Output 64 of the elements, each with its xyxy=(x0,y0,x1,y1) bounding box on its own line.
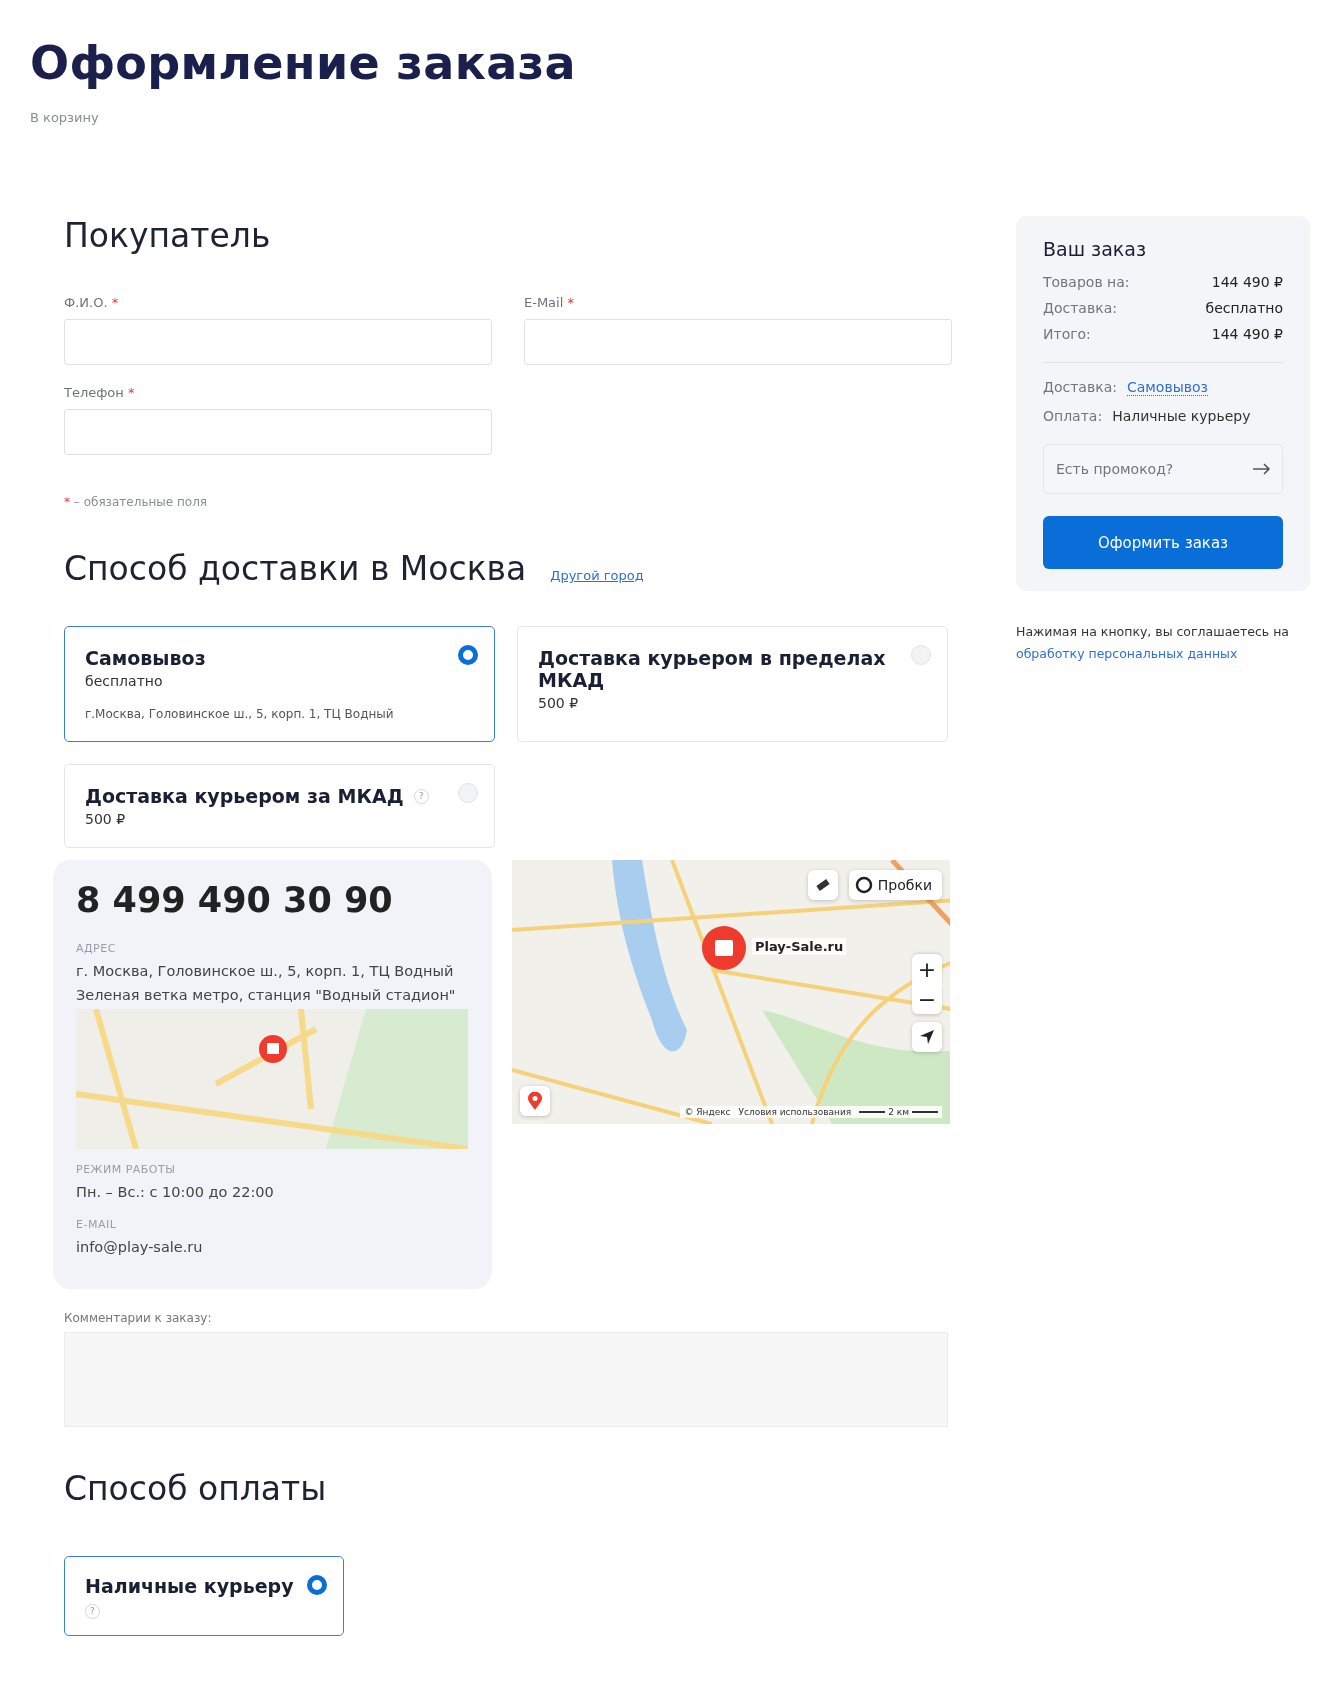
option-title: Доставка курьером за МКАД xyxy=(85,785,404,807)
location-button[interactable] xyxy=(912,1022,942,1052)
field-label: Ф.И.О. * xyxy=(64,295,120,310)
summary-value: 144 490 ₽ xyxy=(1211,274,1283,290)
input-field[interactable] xyxy=(64,319,492,365)
required-note: * – обязательные поля xyxy=(64,495,209,509)
option-price: 500 ₽ xyxy=(85,811,127,827)
terms-link[interactable]: Условия использования xyxy=(738,1107,852,1117)
metro-text: Зеленая ветка метро, станция "Водный стадион" xyxy=(76,986,457,1005)
zoom-out-button[interactable]: − xyxy=(912,984,942,1014)
summary-value: 144 490 ₽ xyxy=(1211,326,1283,342)
address-text: г. Москва, Головинское ш., 5, корп. 1, ТЦ Водный xyxy=(76,962,455,981)
hours-text: Пн. – Вс.: с 10:00 до 22:00 xyxy=(76,1183,275,1202)
summary-label: Доставка: xyxy=(1043,379,1117,396)
map-pin-icon xyxy=(702,926,746,970)
radio-button[interactable] xyxy=(458,645,478,665)
field-label: Комментарии к заказу: xyxy=(64,1311,213,1325)
option-title: Доставка курьером в пределах МКАД xyxy=(538,647,887,691)
option-title: Самовывоз xyxy=(85,647,206,669)
zoom-in-button[interactable]: + xyxy=(912,954,942,984)
section-heading: Способ оплаты xyxy=(64,1469,328,1508)
map-pin-button[interactable] xyxy=(520,1086,550,1116)
radio-button[interactable] xyxy=(307,1575,327,1595)
option-address: г.Москва, Головинское ш., 5, корп. 1, ТЦ Водный xyxy=(85,707,395,721)
ruler-button[interactable] xyxy=(808,870,838,900)
phone-number: 8 499 490 30 90 xyxy=(76,880,394,920)
delivery-option-card[interactable]: Самовывоз бесплатно г.Москва, Головинское ш., 5, корп. 1, ТЦ Водный xyxy=(64,626,495,742)
summary-label: Доставка: xyxy=(1043,300,1117,316)
info-label: РЕЖИМ РАБОТЫ xyxy=(76,1163,177,1176)
summary-label: Оплата: xyxy=(1043,408,1103,424)
option-title: Наличные курьеру xyxy=(85,1575,294,1597)
summary-value: Наличные курьеру xyxy=(1112,408,1251,424)
traffic-button[interactable]: Пробки xyxy=(848,870,942,900)
summary-value: бесплатно xyxy=(1205,300,1283,316)
input-field[interactable] xyxy=(524,319,952,365)
section-heading: Способ доставки в Москва xyxy=(64,549,527,588)
ring-icon xyxy=(854,876,873,894)
navigation-arrow-icon xyxy=(919,1029,935,1045)
input-field[interactable] xyxy=(64,409,492,455)
payment-option-card[interactable]: Наличные курьеру ? xyxy=(64,1556,344,1636)
option-price: 500 ₽ xyxy=(538,695,580,711)
section-heading: Покупатель xyxy=(64,216,272,255)
summary-heading: Ваш заказ xyxy=(1043,238,1148,260)
option-price: бесплатно xyxy=(85,673,164,689)
info-label: АДРЕС xyxy=(76,942,117,955)
field-label: Телефон * xyxy=(64,385,136,400)
email-text: info@play-sale.ru xyxy=(76,1238,204,1257)
summary-label: Итого: xyxy=(1043,326,1091,342)
privacy-link[interactable]: обработку персональных данных xyxy=(1016,646,1238,661)
delivery-option-card[interactable]: Доставка курьером в пределах МКАД 500 ₽ xyxy=(517,626,948,742)
other-city-link[interactable]: Другой город xyxy=(550,568,644,583)
map-place-label: Play-Sale.ru xyxy=(752,938,847,955)
page-title: Оформление заказа xyxy=(30,36,577,90)
place-order-button[interactable]: Оформить заказ xyxy=(1043,516,1283,569)
arrow-right-icon[interactable] xyxy=(1253,463,1271,475)
map-scale: 2 км xyxy=(859,1107,938,1117)
map-pin-icon xyxy=(528,1092,542,1110)
map-copyright: © Яндекс xyxy=(684,1107,731,1117)
summary-label: Товаров на: xyxy=(1043,274,1130,290)
promo-code-field[interactable]: Есть промокод? xyxy=(1043,444,1283,494)
delivery-method-link[interactable]: Самовывоз xyxy=(1126,379,1208,396)
consent-text: Нажимая на кнопку, вы соглашаетесь на обработку персональных данных xyxy=(1016,623,1291,663)
info-label: E-MAIL xyxy=(76,1218,118,1231)
field-label: E-Mail * xyxy=(524,295,575,310)
